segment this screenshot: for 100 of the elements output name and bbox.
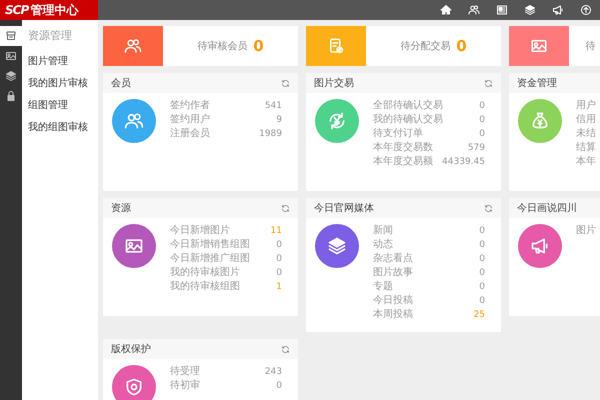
stat-label: 待审核会员 — [197, 40, 248, 54]
refresh-button[interactable] — [281, 344, 290, 354]
row-label: 今日投稿 — [373, 294, 413, 308]
toolbar-button[interactable] — [496, 4, 508, 16]
refresh-icon — [281, 344, 290, 354]
row-value: 0 — [276, 253, 282, 266]
layers-icon — [5, 70, 17, 82]
submenu-title: 资源管理 — [28, 28, 73, 44]
row-label: 签约用户 — [170, 113, 210, 127]
row-value: 9 — [276, 114, 282, 127]
row-value: 0 — [276, 380, 282, 393]
home-icon — [440, 4, 452, 16]
users-icon — [124, 111, 144, 131]
toolbar-button[interactable] — [440, 4, 452, 16]
submenu-link[interactable]: 组图管理 — [28, 94, 92, 116]
users-icon — [124, 37, 142, 55]
submenu-link[interactable]: 我的图片审核 — [28, 72, 92, 94]
sidebar-tab[interactable] — [0, 26, 22, 46]
logo[interactable]: SCP 管理中心 — [0, 0, 98, 20]
row-value: 1989 — [259, 128, 282, 141]
row-label: 用户 — [576, 99, 596, 113]
image-icon — [5, 50, 17, 62]
row-label: 今日新增销售组图 — [170, 238, 250, 252]
row-label: 结算 — [576, 141, 596, 155]
row-value: 0 — [479, 100, 485, 113]
layers-icon — [327, 236, 347, 256]
row-label: 待初审 — [170, 379, 200, 393]
panel-title: 今日画说四川 — [517, 202, 577, 216]
stat-label: 待 — [586, 40, 596, 54]
row-value: 579 — [468, 142, 485, 155]
row-label: 我的待确认交易 — [373, 113, 443, 127]
refresh-button[interactable] — [281, 204, 290, 212]
row-value: 0 — [479, 128, 485, 141]
layers-icon — [524, 4, 536, 16]
refresh-icon — [484, 78, 493, 88]
row-label: 图片 — [576, 224, 596, 238]
row-label: 今日新增推广组图 — [170, 252, 250, 266]
toolbar-button[interactable] — [552, 4, 564, 16]
row-value: 0 — [479, 253, 485, 266]
image-icon — [530, 37, 548, 55]
row-value: 243 — [264, 366, 282, 379]
archive-icon — [5, 30, 17, 42]
panel-title: 版权保护 — [111, 342, 151, 356]
row-value: 1 — [276, 281, 282, 294]
row-label: 本周投稿 — [373, 308, 413, 322]
row-label: 我的待审核图片 — [170, 266, 240, 280]
panel-title: 今日官网媒体 — [314, 202, 374, 216]
stat-value: 0 — [253, 36, 264, 57]
stat-label: 待分配交易 — [400, 40, 450, 54]
panel-title: 资金管理 — [517, 76, 557, 90]
refresh-icon — [281, 78, 290, 88]
users-icon — [468, 4, 480, 16]
row-value: 541 — [264, 100, 282, 113]
row-label: 全部待确认交易 — [373, 99, 443, 113]
shield-icon — [124, 377, 144, 397]
newspaper-icon — [496, 4, 508, 16]
row-value: 0 — [479, 225, 485, 238]
megaphone-icon — [552, 4, 564, 16]
stat-value: 0 — [456, 36, 467, 57]
row-value: 25 — [474, 309, 485, 322]
row-value: 44339.45 — [442, 156, 485, 169]
toolbar-button[interactable] — [468, 4, 480, 16]
lock-icon — [5, 90, 17, 102]
money-bag-icon — [530, 111, 550, 131]
row-value: 0 — [479, 281, 485, 294]
toolbar-button[interactable] — [580, 4, 592, 16]
refresh-button[interactable] — [484, 78, 493, 88]
row-label: 本年度交易额 — [373, 155, 433, 169]
row-label: 签约作者 — [170, 99, 210, 113]
arrow-circle-icon — [580, 4, 592, 16]
row-value: 0 — [276, 239, 282, 252]
row-label: 今日新增图片 — [170, 224, 230, 238]
row-label: 本年度交易数 — [373, 141, 433, 155]
document-check-icon — [327, 37, 345, 55]
refresh-button[interactable] — [281, 78, 290, 88]
panel-title: 资源 — [111, 202, 131, 216]
toolbar-button[interactable] — [524, 4, 536, 16]
row-value: 0 — [276, 267, 282, 280]
panel-title: 会员 — [111, 76, 131, 90]
submenu-link[interactable]: 图片管理 — [28, 50, 92, 72]
yuan-cycle-icon — [327, 111, 347, 131]
megaphone-icon — [530, 236, 550, 256]
row-value: 0 — [479, 295, 485, 308]
row-label: 待支付订单 — [373, 127, 423, 141]
refresh-button[interactable] — [484, 204, 493, 212]
row-label: 专题 — [373, 280, 393, 294]
row-label: 图片故事 — [373, 266, 413, 280]
row-label: 本年 — [576, 155, 596, 169]
row-label: 信用 — [576, 113, 596, 127]
submenu-link[interactable]: 我的组图审核 — [28, 116, 92, 138]
refresh-icon — [281, 204, 290, 212]
row-label: 待受理 — [170, 365, 200, 379]
row-value: 0 — [479, 267, 485, 280]
panel-title: 图片交易 — [314, 76, 354, 90]
row-value: 0 — [479, 114, 485, 127]
row-label: 我的待审核组图 — [170, 280, 240, 294]
row-label: 杂志看点 — [373, 252, 413, 266]
row-label: 注册会员 — [170, 127, 210, 141]
row-label: 新闻 — [373, 224, 393, 238]
row-label: 动态 — [373, 238, 393, 252]
